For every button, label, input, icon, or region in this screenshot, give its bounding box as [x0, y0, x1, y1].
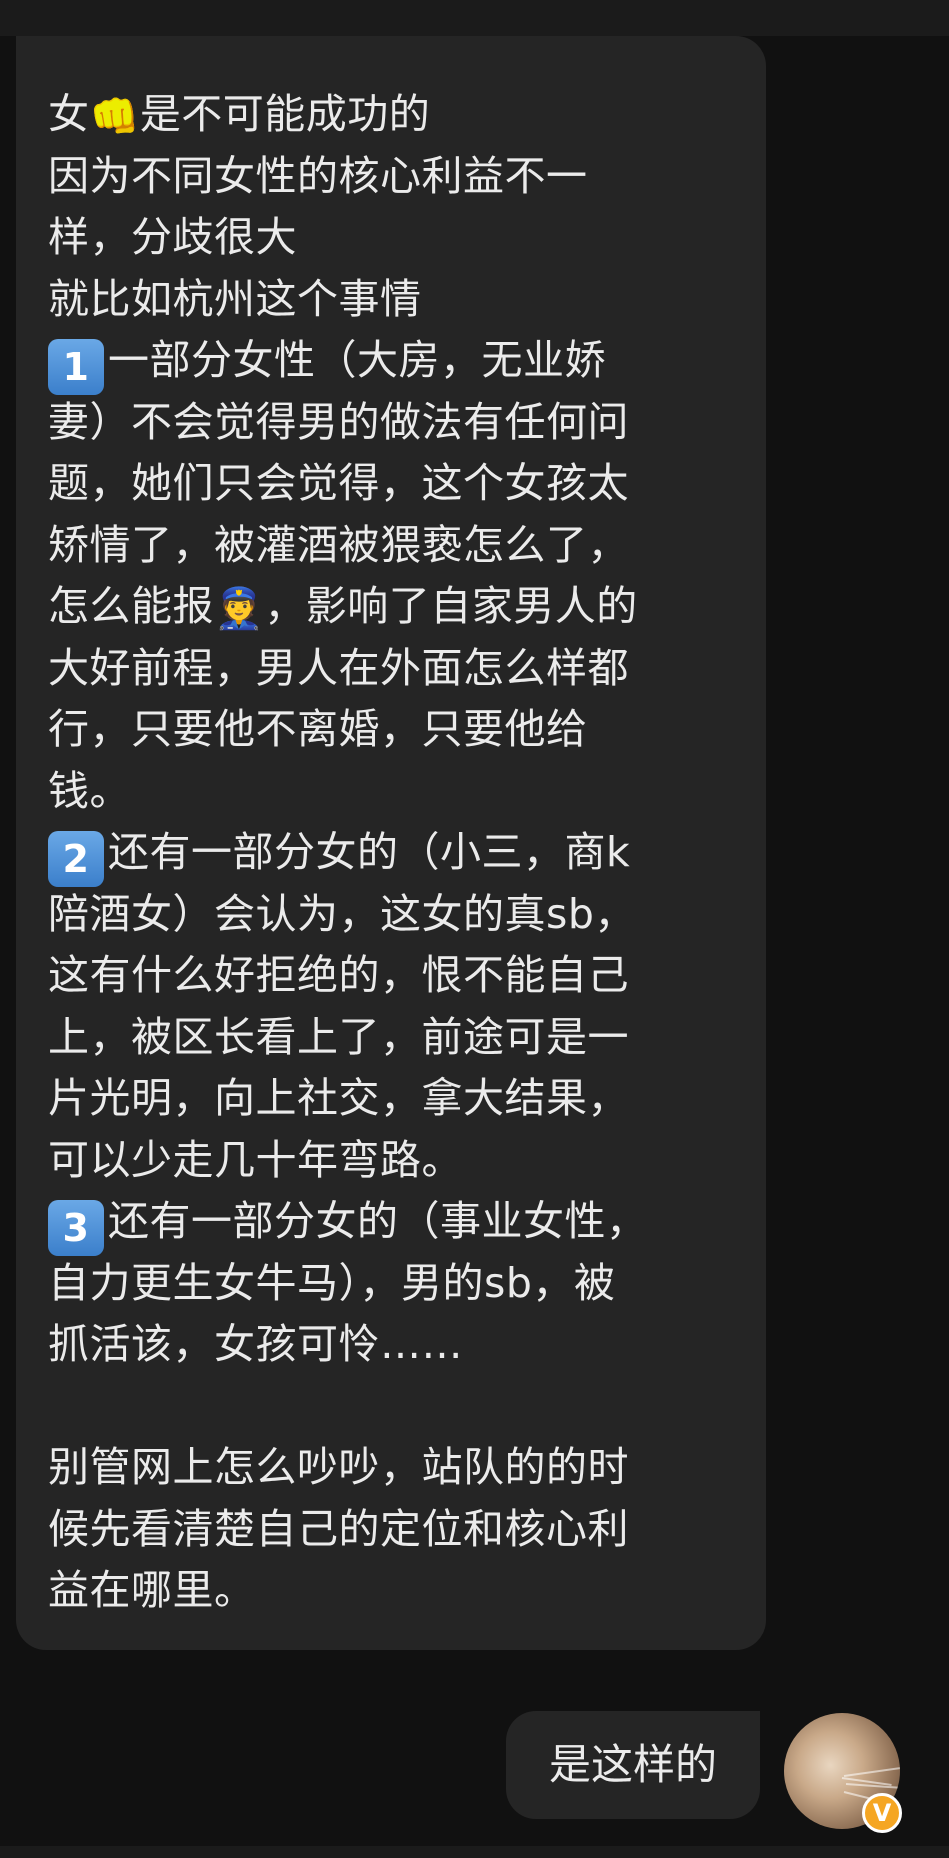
message-line: 别管网上怎么吵吵，站队的的时: [48, 1437, 746, 1499]
message-line: 抓活该，女孩可怜……: [48, 1314, 746, 1376]
line-text: 因为不同女性的核心利益不一: [48, 151, 588, 200]
message-line: 题，她们只会觉得，这个女孩太: [48, 453, 746, 515]
line-text: 还有一部分女的（事业女性，: [108, 1197, 648, 1245]
message-line: 大好前程，男人在外面怎么样都: [48, 638, 746, 700]
line-text: 是不可能成功的: [139, 90, 431, 138]
line-prefix-text: 女: [48, 90, 90, 138]
message-line: 妻）不会觉得男的做法有任何问: [48, 392, 746, 454]
line-prefix-text: 怎么能报: [48, 582, 214, 630]
message-line: [48, 1376, 746, 1438]
message-line: 益在哪里。: [48, 1560, 746, 1622]
police-emoji-icon: 👮: [214, 586, 265, 632]
line-text: 矫情了，被灌酒被猥亵怎么了，: [48, 520, 629, 569]
line-text: 就比如杭州这个事情: [48, 274, 422, 323]
message-line: 3 还有一部分女的（事业女性，: [48, 1191, 746, 1256]
message-line: 女👊是不可能成功的: [48, 84, 746, 146]
bottom-edge: [0, 1846, 949, 1858]
message-line: 钱。: [48, 761, 746, 823]
message-line: 样，分歧很大: [48, 207, 746, 269]
line-text: 还有一部分女的（小三，商k: [108, 828, 631, 876]
top-edge: [0, 0, 949, 36]
incoming-message-text: 女👊是不可能成功的因为不同女性的核心利益不一 样，分歧很大就比如杭州这个事情 1 一部…: [48, 84, 746, 1622]
keycap-number-icon: 1: [48, 339, 104, 395]
line-text: 可以少走几十年弯路。: [48, 1135, 463, 1184]
whisker-line: [845, 1783, 900, 1790]
incoming-message-bubble[interactable]: 女👊是不可能成功的因为不同女性的核心利益不一 样，分歧很大就比如杭州这个事情 1 一部…: [16, 36, 766, 1650]
message-line: 因为不同女性的核心利益不一: [48, 146, 746, 208]
line-text: ，影响了自家男人的: [264, 582, 638, 630]
message-line: 1 一部分女性（大房，无业娇: [48, 330, 746, 395]
message-line: 2 还有一部分女的（小三，商k: [48, 822, 746, 887]
message-line: 自力更生女牛马），男的sb，被: [48, 1253, 746, 1315]
message-line: 就比如杭州这个事情: [48, 269, 746, 331]
line-text: 一部分女性（大房，无业娇: [108, 336, 606, 384]
line-text: 陪酒女）会认为，这女的真sb，: [48, 889, 636, 938]
fist-emoji-icon: 👊: [89, 94, 140, 140]
message-line: 片光明，向上社交，拿大结果，: [48, 1068, 746, 1130]
line-text: 这有什么好拒绝的，恨不能自己: [48, 951, 629, 999]
whisker-line: [843, 1766, 900, 1777]
outgoing-message-bubble[interactable]: 是这样的: [506, 1711, 760, 1819]
line-text: 别管网上怎么吵吵，站队的的时: [48, 1443, 629, 1491]
message-line: 可以少走几十年弯路。: [48, 1130, 746, 1192]
outgoing-message-text: 是这样的: [548, 1740, 717, 1789]
line-text: 益在哪里。: [48, 1566, 256, 1614]
line-text: 题，她们只会觉得，这个女孩太: [48, 459, 629, 507]
keycap-number-icon: 2: [48, 831, 104, 887]
message-line: 矫情了，被灌酒被猥亵怎么了，: [48, 515, 746, 577]
message-line: 候先看清楚自己的定位和核心利: [48, 1499, 746, 1561]
message-line: 陪酒女）会认为，这女的真sb，: [48, 884, 746, 946]
line-text: 片光明，向上社交，拿大结果，: [48, 1074, 629, 1122]
line-text: 抓活该，女孩可怜……: [48, 1320, 463, 1368]
line-text: 自力更生女牛马），男的sb，被: [48, 1258, 616, 1307]
line-text: 候先看清楚自己的定位和核心利: [48, 1504, 629, 1553]
message-line: 上，被区长看上了，前途可是一: [48, 1007, 746, 1069]
line-text: 行，只要他不离婚，只要他给: [48, 705, 588, 753]
line-text: 大好前程，男人在外面怎么样都: [48, 643, 629, 692]
message-line: 行，只要他不离婚，只要他给: [48, 699, 746, 761]
message-line: 怎么能报👮，影响了自家男人的: [48, 576, 746, 638]
line-text: 钱。: [48, 766, 131, 815]
line-text: 样，分歧很大: [48, 213, 297, 261]
message-line: 这有什么好拒绝的，恨不能自己: [48, 945, 746, 1007]
keycap-number-icon: 3: [48, 1200, 104, 1256]
verified-badge-icon: V: [862, 1793, 902, 1833]
line-text: 上，被区长看上了，前途可是一: [48, 1012, 629, 1061]
line-text: 妻）不会觉得男的做法有任何问: [48, 397, 629, 446]
user-avatar[interactable]: V: [784, 1713, 902, 1833]
